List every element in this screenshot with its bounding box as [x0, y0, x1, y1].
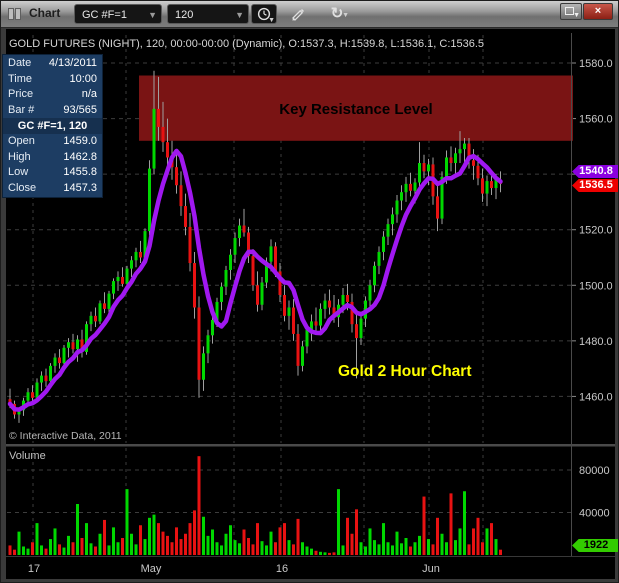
svg-text:80000: 80000 [579, 465, 610, 477]
volume-panel-label: Volume [9, 450, 46, 462]
svg-text:1460.0: 1460.0 [579, 391, 613, 403]
data-window-series-header: GC #F=1, 120 [3, 118, 102, 134]
svg-text:1560.0: 1560.0 [579, 114, 613, 126]
svg-text:1480.0: 1480.0 [579, 336, 613, 348]
svg-text:1580.0: 1580.0 [579, 58, 613, 70]
chart-title-annotation: Gold 2 Hour Chart [338, 363, 471, 381]
data-window-row: Bar #93/565 [3, 103, 102, 119]
data-window-row: Time10:00 [3, 72, 102, 88]
data-window-row: Pricen/a [3, 87, 102, 103]
ma-price-tag: 1540.8 [572, 165, 619, 178]
svg-text:May: May [141, 563, 162, 575]
svg-text:17: 17 [28, 563, 40, 575]
svg-text:1500.0: 1500.0 [579, 280, 613, 292]
copyright-notice: © Interactive Data, 2011 [9, 430, 122, 442]
data-window-row: Close1457.3 [3, 181, 102, 197]
svg-text:16: 16 [276, 563, 288, 575]
chart-window: Chart GC #F=1 ▼ 120 ▼ ▼ ↻ [0, 0, 619, 583]
data-window: Date4/13/2011 Time10:00 Pricen/a Bar #93… [3, 55, 102, 197]
data-window-row: Open1459.0 [3, 134, 102, 150]
last-price-tag: 1536.5 [572, 179, 619, 192]
data-window-row: Low1455.8 [3, 165, 102, 181]
instrument-info-line: GOLD FUTURES (NIGHT), 120, 00:00-00:00 (… [9, 38, 484, 50]
svg-text:40000: 40000 [579, 508, 610, 520]
resistance-annotation-label: Key Resistance Level [139, 101, 573, 118]
svg-text:1520.0: 1520.0 [579, 225, 613, 237]
data-window-row: Date4/13/2011 [3, 56, 102, 72]
svg-text:Jun: Jun [422, 563, 440, 575]
data-window-row: High1462.8 [3, 150, 102, 166]
last-volume-tag: 1922 [572, 539, 619, 552]
